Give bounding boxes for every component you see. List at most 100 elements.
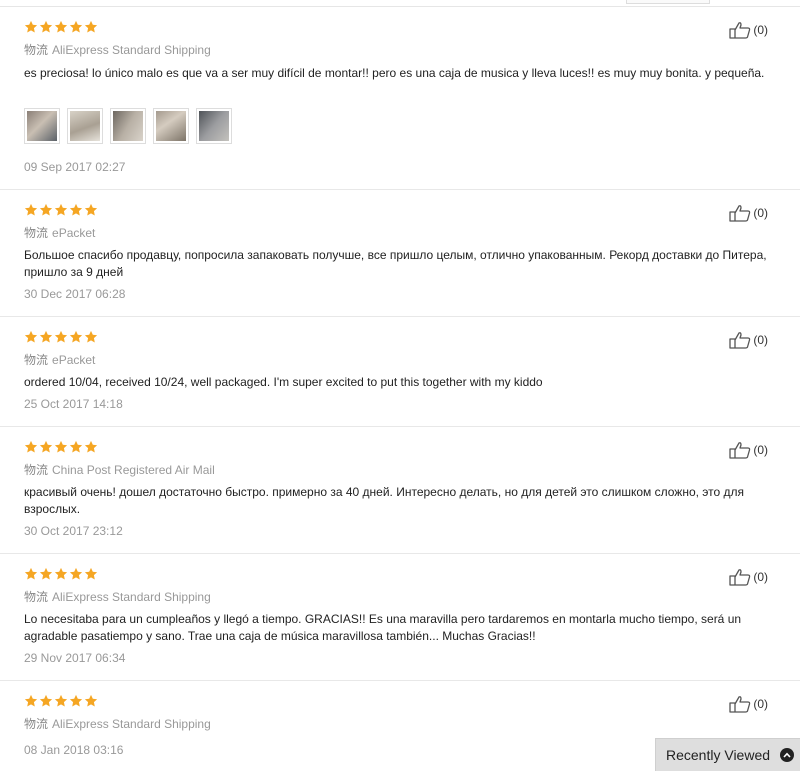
- star-icon: [39, 694, 53, 707]
- review-date: 08 Jan 2018 03:16: [24, 743, 124, 757]
- star-rating: [24, 20, 98, 34]
- star-rating: [24, 440, 98, 454]
- helpful-count: (0): [753, 570, 768, 584]
- review-photo[interactable]: [67, 108, 103, 144]
- review-text: Lo necesitaba para un cumpleaños y llegó…: [24, 612, 742, 643]
- thumbs-up-icon: [729, 696, 751, 713]
- shipping-method: 物流 AliExpress Standard Shipping: [24, 588, 211, 605]
- helpful-count: (0): [753, 333, 768, 347]
- star-icon: [54, 440, 68, 453]
- star-icon: [54, 203, 68, 216]
- review-item: 物流 AliExpress Standard Shipping Lo necesi…: [0, 554, 800, 681]
- shipping-method: 物流 ePacket: [24, 351, 95, 368]
- shipping-name: China Post Registered Air Mail: [52, 463, 215, 477]
- shipping-prefix: 物流: [24, 353, 49, 367]
- star-icon: [24, 440, 38, 453]
- shipping-prefix: 物流: [24, 590, 49, 604]
- star-icon: [69, 567, 83, 580]
- star-icon: [84, 567, 98, 580]
- chevron-up-icon: [780, 748, 795, 762]
- top-tab-edge: [626, 0, 710, 4]
- thumbs-up-icon: [729, 569, 751, 586]
- photo-image: [70, 111, 100, 141]
- review-date: 29 Nov 2017 06:34: [24, 651, 126, 665]
- star-icon: [84, 20, 98, 33]
- recently-viewed-label: Recently Viewed: [666, 747, 771, 763]
- shipping-prefix: 物流: [24, 717, 49, 731]
- star-rating: [24, 330, 98, 344]
- review-photos: [24, 108, 232, 144]
- thumbs-up-icon: [729, 442, 751, 459]
- review-text: es preciosa! lo único malo es que va a s…: [24, 66, 765, 80]
- review-item: 物流 AliExpress Standard Shipping es precio…: [0, 7, 800, 190]
- star-icon: [84, 203, 98, 216]
- star-icon: [39, 20, 53, 33]
- photo-image: [113, 111, 143, 141]
- photo-image: [156, 111, 186, 141]
- thumbs-up-icon: [729, 332, 751, 349]
- star-icon: [24, 567, 38, 580]
- shipping-name: AliExpress Standard Shipping: [52, 43, 211, 57]
- thumbs-up-icon: [729, 205, 751, 222]
- helpful-count: (0): [753, 697, 768, 711]
- helpful-button[interactable]: (0): [729, 204, 768, 222]
- star-rating: [24, 567, 98, 581]
- review-text: ordered 10/04, received 10/24, well pack…: [24, 375, 543, 389]
- star-icon: [84, 440, 98, 453]
- shipping-prefix: 物流: [24, 43, 49, 57]
- review-item: 物流 China Post Registered Air Mail красивы…: [0, 427, 800, 554]
- photo-image: [27, 111, 57, 141]
- star-icon: [39, 440, 53, 453]
- star-icon: [54, 567, 68, 580]
- review-date: 25 Oct 2017 14:18: [24, 397, 123, 411]
- star-icon: [39, 203, 53, 216]
- review-photo[interactable]: [110, 108, 146, 144]
- review-text: Большое спасибо продавцу, попросила запа…: [24, 248, 767, 279]
- star-icon: [24, 330, 38, 343]
- star-icon: [69, 440, 83, 453]
- star-icon: [69, 694, 83, 707]
- helpful-button[interactable]: (0): [729, 441, 768, 459]
- helpful-count: (0): [753, 23, 768, 37]
- star-icon: [69, 20, 83, 33]
- star-icon: [54, 20, 68, 33]
- star-icon: [39, 330, 53, 343]
- star-icon: [54, 330, 68, 343]
- review-date: 30 Dec 2017 06:28: [24, 287, 126, 301]
- shipping-prefix: 物流: [24, 226, 49, 240]
- star-icon: [84, 330, 98, 343]
- review-date: 30 Oct 2017 23:12: [24, 524, 123, 538]
- shipping-method: 物流 AliExpress Standard Shipping: [24, 41, 211, 58]
- shipping-name: ePacket: [52, 353, 96, 367]
- review-photo[interactable]: [153, 108, 189, 144]
- review-photo[interactable]: [24, 108, 60, 144]
- review-date: 09 Sep 2017 02:27: [24, 160, 126, 174]
- helpful-button[interactable]: (0): [729, 21, 768, 39]
- shipping-method: 物流 ePacket: [24, 224, 95, 241]
- review-item: 物流 ePacket ordered 10/04, received 10/24,…: [0, 317, 800, 427]
- thumbs-up-icon: [729, 22, 751, 39]
- helpful-count: (0): [753, 206, 768, 220]
- star-icon: [69, 203, 83, 216]
- star-rating: [24, 694, 98, 708]
- star-icon: [24, 203, 38, 216]
- star-icon: [84, 694, 98, 707]
- recently-viewed-button[interactable]: Recently Viewed: [655, 738, 800, 771]
- shipping-method: 物流 China Post Registered Air Mail: [24, 461, 215, 478]
- shipping-name: AliExpress Standard Shipping: [52, 717, 211, 731]
- shipping-method: 物流 AliExpress Standard Shipping: [24, 715, 211, 732]
- helpful-button[interactable]: (0): [729, 695, 768, 713]
- star-icon: [69, 330, 83, 343]
- review-text: красивый очень! дошел достаточно быстро.…: [24, 485, 745, 516]
- star-icon: [24, 20, 38, 33]
- shipping-name: AliExpress Standard Shipping: [52, 590, 211, 604]
- star-icon: [39, 567, 53, 580]
- shipping-name: ePacket: [52, 226, 96, 240]
- star-rating: [24, 203, 98, 217]
- helpful-count: (0): [753, 443, 768, 457]
- star-icon: [54, 694, 68, 707]
- helpful-button[interactable]: (0): [729, 568, 768, 586]
- helpful-button[interactable]: (0): [729, 331, 768, 349]
- review-item: 物流 ePacket Большое спасибо продавцу, попр…: [0, 190, 800, 317]
- review-photo[interactable]: [196, 108, 232, 144]
